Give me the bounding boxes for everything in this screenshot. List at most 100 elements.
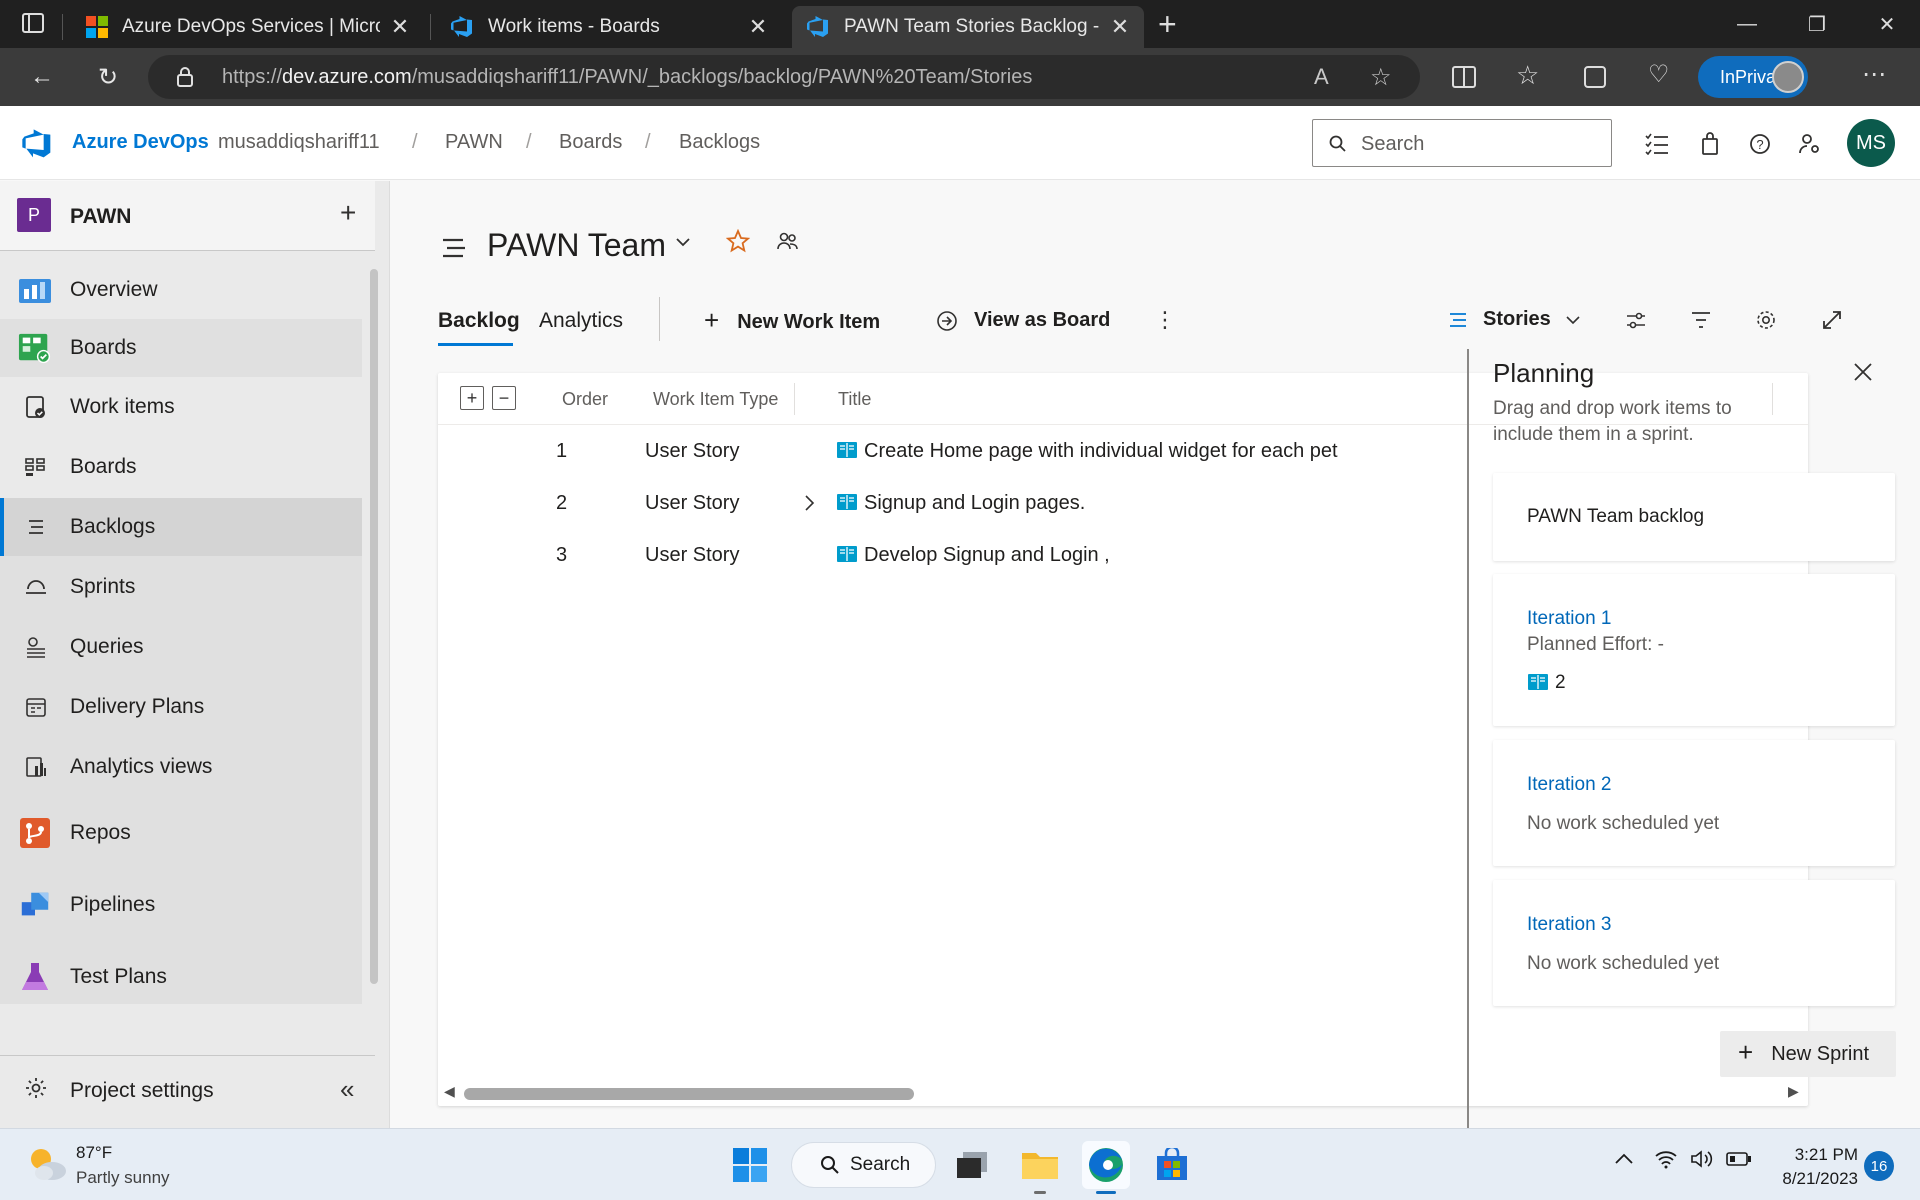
weather-widget[interactable]: 87°F Partly sunny <box>0 1129 200 1200</box>
favorites-icon[interactable]: ☆ <box>1516 60 1539 91</box>
sidebar-item-backlogs[interactable]: Backlogs <box>0 498 362 556</box>
read-aloud-icon[interactable]: A <box>1314 64 1329 90</box>
stories-level-selector[interactable]: Stories <box>1449 308 1581 331</box>
notification-badge[interactable]: 16 <box>1864 1151 1894 1181</box>
column-header-title[interactable]: Title <box>838 389 871 410</box>
row-title-link[interactable]: Signup and Login pages. <box>864 492 1085 515</box>
sidebar-item-queries[interactable]: Queries <box>0 618 362 676</box>
azure-devops-logo-icon[interactable] <box>20 128 54 160</box>
file-explorer-button[interactable] <box>1016 1141 1064 1194</box>
more-options-icon[interactable]: ⋯ <box>1862 60 1886 89</box>
wifi-icon[interactable] <box>1654 1149 1678 1174</box>
marketplace-bag-icon[interactable] <box>1695 129 1725 159</box>
sidebar-scrollbar[interactable] <box>370 269 378 984</box>
iteration-card[interactable]: Iteration 2 No work scheduled yet <box>1493 740 1895 866</box>
column-header-order[interactable]: Order <box>562 389 608 410</box>
user-avatar[interactable]: MS <box>1847 119 1895 167</box>
project-settings-row[interactable]: Project settings « <box>0 1055 375 1125</box>
collections-icon[interactable] <box>1584 66 1606 88</box>
back-icon[interactable]: ← <box>22 58 62 96</box>
fullscreen-icon[interactable] <box>1821 309 1843 336</box>
iteration-card[interactable]: Iteration 3 No work scheduled yet <box>1493 880 1895 1006</box>
column-header-work-item-type[interactable]: Work Item Type <box>653 389 778 410</box>
volume-icon[interactable] <box>1690 1149 1714 1174</box>
split-screen-icon[interactable] <box>1452 66 1476 88</box>
sidebar-item-boards[interactable]: Boards <box>0 319 362 377</box>
new-tab-button[interactable]: + <box>1158 6 1177 43</box>
column-separator[interactable] <box>794 383 795 415</box>
battery-icon[interactable] <box>1726 1151 1752 1172</box>
edge-button[interactable] <box>1082 1141 1130 1194</box>
inprivate-badge[interactable]: InPrivate <box>1698 56 1808 98</box>
sidebar-item-test-plans[interactable]: Test Plans <box>0 948 362 1006</box>
view-as-board-button[interactable]: View as Board <box>936 309 1110 332</box>
collapse-sidebar-icon[interactable]: « <box>340 1074 354 1105</box>
sidebar-item-analytics-views[interactable]: Analytics views <box>0 738 362 796</box>
user-settings-icon[interactable] <box>1795 129 1825 159</box>
more-actions-icon[interactable]: ⋮ <box>1154 307 1176 333</box>
iteration-link[interactable]: Iteration 2 <box>1527 774 1612 796</box>
iteration-link[interactable]: Iteration 3 <box>1527 914 1612 936</box>
breadcrumb-project[interactable]: PAWN <box>445 131 503 154</box>
breadcrumb-boards[interactable]: Boards <box>559 131 622 154</box>
task-list-icon[interactable] <box>1642 129 1672 159</box>
brand-name[interactable]: Azure DevOps <box>72 131 209 154</box>
collapse-all-button[interactable]: − <box>492 386 516 410</box>
close-icon[interactable]: ✕ <box>748 14 768 40</box>
team-backlog-card[interactable]: PAWN Team backlog <box>1493 473 1895 561</box>
breadcrumb-backlogs[interactable]: Backlogs <box>679 131 760 154</box>
close-window-icon[interactable]: ✕ <box>1852 0 1920 48</box>
iteration-link[interactable]: Iteration 1 <box>1527 608 1612 630</box>
system-clock[interactable]: 3:21 PM 8/21/2023 <box>1782 1143 1858 1191</box>
scroll-left-icon[interactable]: ◀ <box>444 1083 455 1100</box>
team-members-icon[interactable] <box>777 231 799 256</box>
sidebar-item-overview[interactable]: Overview <box>0 261 362 319</box>
sidebar-item-repos[interactable]: Repos <box>0 804 362 862</box>
url-field[interactable]: https://dev.azure.com/musaddiqshariff11/… <box>148 55 1420 99</box>
help-icon[interactable]: ? <box>1745 129 1775 159</box>
team-title[interactable]: PAWN Team <box>487 227 666 264</box>
search-input[interactable]: Search <box>1312 119 1612 167</box>
scrollbar-thumb[interactable] <box>464 1088 914 1100</box>
refresh-icon[interactable]: ↻ <box>88 58 128 96</box>
taskbar-search[interactable]: Search <box>791 1142 936 1188</box>
restore-icon[interactable]: ❐ <box>1782 0 1852 48</box>
browser-tab-backlog[interactable]: PAWN Team Stories Backlog - Boards ✕ <box>792 6 1144 48</box>
new-sprint-button[interactable]: + New Sprint <box>1720 1031 1896 1077</box>
favorite-star-icon[interactable] <box>725 228 751 258</box>
row-title-link[interactable]: Create Home page with individual widget … <box>864 440 1338 463</box>
sidebar-item-delivery-plans[interactable]: Delivery Plans <box>0 678 362 736</box>
sidebar-item-pipelines[interactable]: Pipelines <box>0 876 362 934</box>
tab-backlog[interactable]: Backlog <box>438 309 520 333</box>
chevron-right-icon[interactable] <box>802 494 816 512</box>
favorite-star-icon[interactable]: ☆ <box>1370 63 1392 92</box>
browser-tab-azure-services[interactable]: Azure DevOps Services | Microsoft Azure … <box>72 6 424 48</box>
expand-all-button[interactable]: + <box>460 386 484 410</box>
row-title-link[interactable]: Develop Signup and Login , <box>864 544 1110 567</box>
tab-analytics[interactable]: Analytics <box>539 309 623 333</box>
iteration-card[interactable]: Iteration 1 Planned Effort: - 2 <box>1493 574 1895 726</box>
close-planning-icon[interactable] <box>1852 361 1874 388</box>
minimize-icon[interactable]: — <box>1712 0 1782 48</box>
add-icon[interactable]: + <box>340 197 356 229</box>
sidebar-item-sprints[interactable]: Sprints <box>0 558 362 616</box>
store-button[interactable] <box>1148 1141 1196 1189</box>
tab-title: Azure DevOps Services | Microsoft Azure <box>122 16 380 37</box>
browser-essentials-icon[interactable]: ♡ <box>1648 60 1670 89</box>
browser-tab-work-items[interactable]: Work items - Boards ✕ <box>436 6 782 48</box>
task-view-button[interactable] <box>948 1141 996 1189</box>
view-options-icon[interactable] <box>1625 311 1647 336</box>
chevron-down-icon[interactable] <box>674 233 692 256</box>
settings-gear-icon[interactable] <box>1755 309 1777 336</box>
start-button[interactable] <box>726 1141 774 1189</box>
show-hidden-icons[interactable] <box>1614 1151 1634 1170</box>
sidebar-item-boards-sub[interactable]: Boards <box>0 438 362 496</box>
breadcrumb-organization[interactable]: musaddiqshariff11 <box>218 131 380 154</box>
new-work-item-button[interactable]: + New Work Item <box>704 305 880 336</box>
project-header[interactable]: P PAWN + <box>0 181 375 251</box>
tab-actions-icon[interactable] <box>22 13 44 33</box>
close-icon[interactable]: ✕ <box>1110 14 1130 40</box>
filter-icon[interactable] <box>1691 311 1711 334</box>
close-icon[interactable]: ✕ <box>390 14 410 40</box>
sidebar-item-work-items[interactable]: Work items <box>0 378 362 436</box>
